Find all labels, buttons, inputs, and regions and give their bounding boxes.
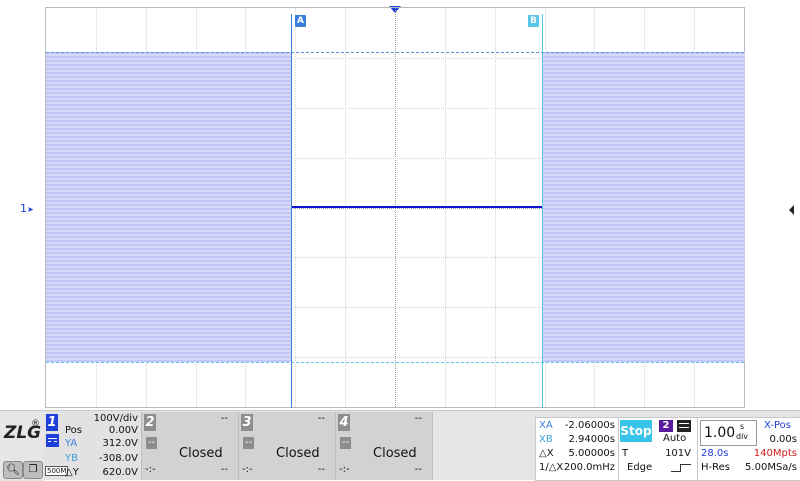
ch2-status: Closed [179, 446, 223, 461]
cursor-xb-line[interactable] [542, 14, 543, 408]
graticule [45, 7, 745, 408]
inv-dx-label: 1/△X [539, 462, 564, 473]
ch3-panel[interactable]: 3 -- -- Closed -:- -- [239, 412, 336, 480]
ch1-yb-label: YB [65, 453, 78, 464]
ch1-envelope-right [543, 52, 745, 362]
ch2-top-value: -- [220, 413, 228, 424]
timebase-unit-top: s [740, 422, 745, 431]
acq-mode: H-Res [701, 462, 730, 473]
xa-label: XA [539, 420, 553, 431]
ch4-top-value: -- [414, 413, 422, 424]
run-stop-button[interactable]: Stop [620, 420, 652, 442]
ch2-bottom-right: -- [220, 464, 228, 475]
inv-dx-value: 200.0mHz [563, 462, 615, 473]
ch4-number: 4 [338, 414, 350, 431]
ch3-top-value: -- [317, 413, 325, 424]
ch4-panel[interactable]: 4 -- -- Closed -:- -- [336, 412, 433, 480]
logo-area: ZLG ® 🔍︎ ❐ [0, 411, 44, 481]
timebase-unit-bottom: div [736, 432, 749, 441]
cursor-yb-line[interactable] [46, 362, 744, 363]
cursor-a-tag[interactable]: A [295, 15, 306, 27]
ch1-ya-label: YA [65, 438, 78, 449]
ch1-panel[interactable]: 1 100V/div Pos 0.00V YA 312.0V YB -308.0… [44, 412, 142, 480]
ch1-offset-marker[interactable]: 1➤ [20, 202, 34, 215]
ch4-status: Closed [373, 446, 417, 461]
trigger-mode: Auto [663, 433, 687, 444]
ch1-pos-value: 0.00V [108, 425, 138, 436]
ch3-side-label: -- [243, 437, 255, 449]
xb-label: XB [539, 434, 553, 445]
ch2-panel[interactable]: 2 -- -- Closed -:- -- [142, 412, 239, 480]
timebase-value-box[interactable]: 1.00 s div [700, 420, 757, 446]
acq-duration: 28.0s [701, 448, 729, 459]
ch4-bottom-left: -:- [339, 464, 350, 475]
ch3-number: 3 [241, 414, 253, 431]
xa-value: -2.06000s [564, 420, 615, 431]
ch3-bottom-left: -:- [242, 464, 253, 475]
ch4-bottom-right: -- [414, 464, 422, 475]
memory-depth: 140Mpts [753, 448, 797, 459]
ch1-dy-label: △Y [65, 467, 79, 478]
trigger-panel[interactable]: Stop 2 Auto T 101V Edge [618, 417, 698, 481]
ch3-status: Closed [276, 446, 320, 461]
timebase-value: 1.00 [704, 425, 736, 441]
ch1-scale: 100V/div [93, 413, 138, 424]
zoom-icon[interactable]: ❐ [23, 461, 43, 479]
ch1-ya-value: 312.0V [102, 438, 138, 449]
trigger-level: 101V [665, 448, 691, 459]
ch3-bottom-right: -- [317, 464, 325, 475]
timebase-panel[interactable]: 1.00 s div X-Pos 0.00s 28.0s 140Mpts H-R… [697, 417, 800, 481]
xpos-label: X-Pos [764, 420, 791, 431]
cursor-ya-line[interactable] [46, 52, 744, 53]
dc-coupling-icon [46, 434, 59, 447]
trigger-type: Edge [627, 462, 653, 473]
xpos-value: 0.00s [769, 434, 797, 445]
cursor-b-tag[interactable]: B [528, 15, 539, 27]
search-icon[interactable]: 🔍︎ [3, 461, 23, 479]
status-bar: ZLG ® 🔍︎ ❐ 1 100V/div Pos 0.00V YA 312.0… [0, 410, 800, 481]
ch1-dy-value: 620.0V [102, 467, 138, 478]
dx-label: △X [539, 448, 554, 459]
ch1-envelope-left [46, 52, 292, 362]
ch1-yb-value: -308.0V [98, 453, 138, 464]
trigger-source: 2 [659, 420, 673, 432]
ch2-side-label: -- [146, 437, 158, 449]
ch2-bottom-left: -:- [145, 464, 156, 475]
cursor-measurement-panel[interactable]: XA -2.06000s XB 2.94000s △X 5.00000s 1/△… [535, 417, 619, 481]
trigger-level-arrow[interactable] [789, 205, 794, 215]
dx-value: 5.00000s [568, 448, 615, 459]
ch1-trace [292, 206, 543, 208]
trigger-label: T [622, 448, 629, 459]
ch4-side-label: -- [340, 437, 352, 449]
coupling-icon [677, 420, 691, 432]
ch2-number: 2 [144, 414, 156, 431]
waveform-display[interactable]: A B 1➤ [0, 0, 800, 410]
sample-rate: 5.00MSa/s [745, 462, 797, 473]
xb-value: 2.94000s [568, 434, 615, 445]
ch1-pos-label: Pos [65, 425, 83, 436]
ch1-marker-label: 1 [20, 202, 27, 215]
rising-edge-icon [671, 464, 693, 472]
registered-mark: ® [31, 419, 40, 429]
cursor-xa-line[interactable] [291, 14, 292, 408]
ch1-number: 1 [46, 414, 58, 431]
